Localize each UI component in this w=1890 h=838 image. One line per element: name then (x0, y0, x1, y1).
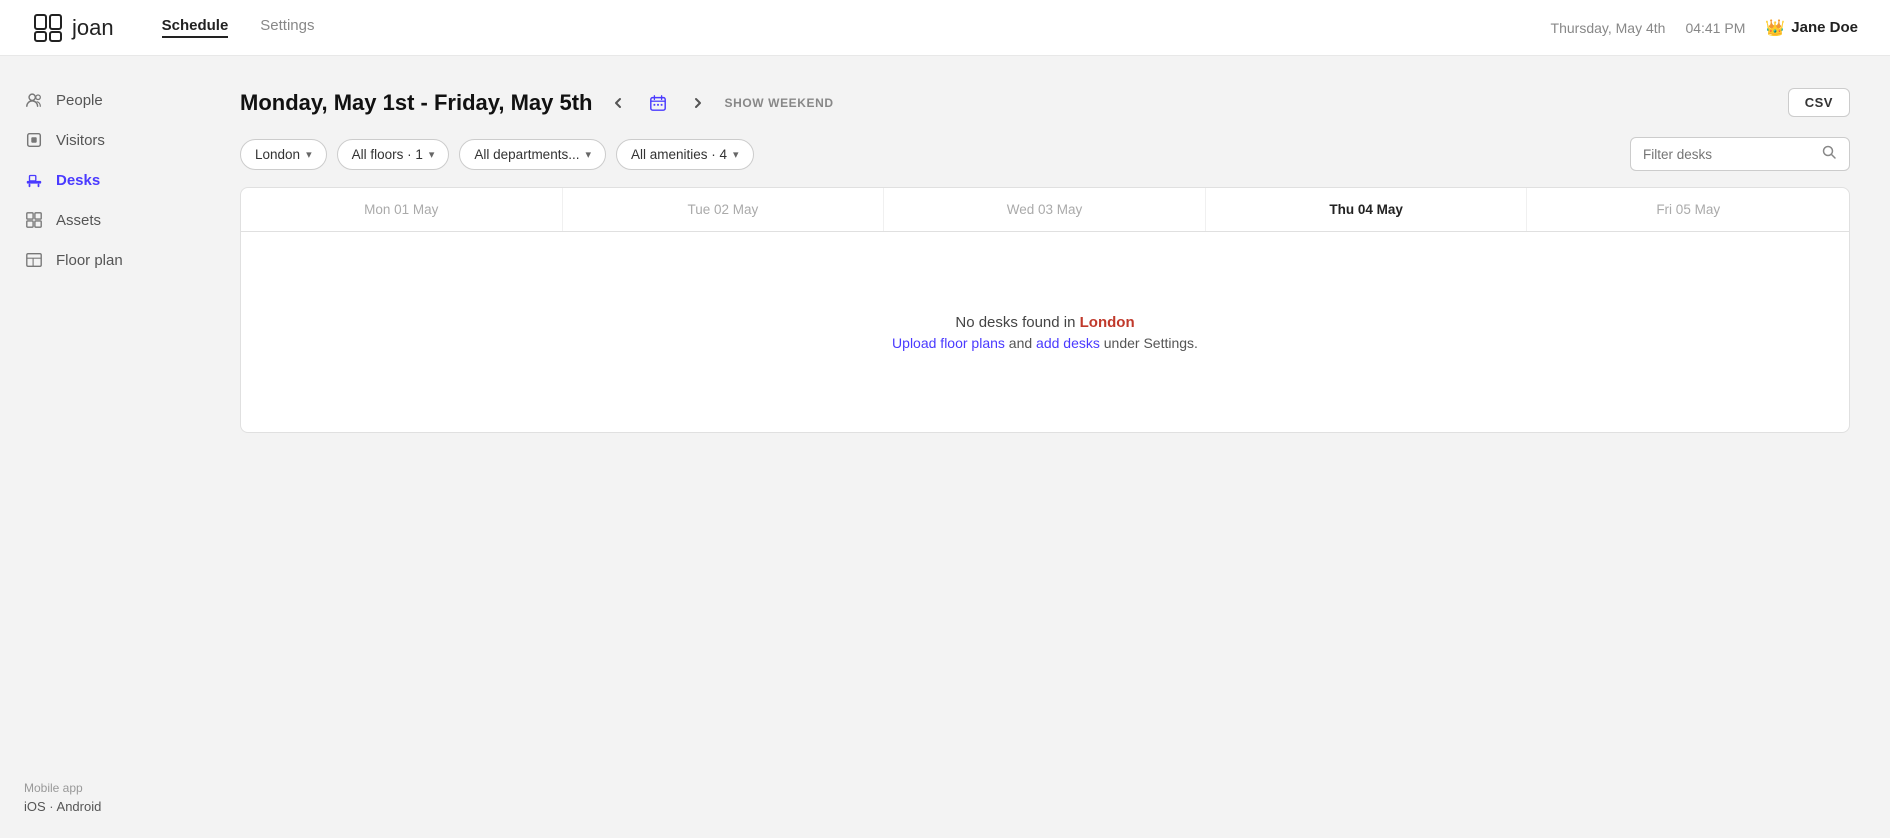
nav-schedule[interactable]: Schedule (162, 17, 229, 38)
floors-chevron-icon: ▾ (429, 148, 435, 161)
schedule-header: Mon 01 May Tue 02 May Wed 03 May Thu 04 … (241, 188, 1849, 232)
col-wed: Wed 03 May (884, 188, 1206, 231)
prev-week-button[interactable] (604, 89, 632, 117)
visitors-icon (24, 130, 44, 150)
departments-filter-label: All departments... (474, 147, 579, 162)
android-link[interactable]: Android (57, 799, 102, 814)
mobile-app-label: Mobile app (24, 781, 176, 795)
sidebar-item-people[interactable]: People (0, 80, 200, 120)
topnav-user: 👑 Jane Doe (1765, 18, 1858, 38)
add-desks-link[interactable]: add desks (1036, 335, 1100, 351)
search-icon[interactable] (1821, 144, 1837, 164)
sidebar-item-visitors[interactable]: Visitors (0, 120, 200, 160)
floors-filter[interactable]: All floors · 1 ▾ (337, 139, 450, 170)
calendar-button[interactable] (644, 89, 672, 117)
assets-icon (24, 210, 44, 230)
amenities-filter[interactable]: All amenities · 4 ▾ (616, 139, 754, 170)
logo-text: joan (72, 15, 114, 41)
amenities-chevron-icon: ▾ (733, 148, 739, 161)
sidebar-label-floor-plan: Floor plan (56, 252, 123, 269)
col-thu: Thu 04 May (1206, 188, 1528, 231)
logo-icon (32, 12, 64, 44)
no-desks-links: Upload floor plans and add desks under S… (892, 335, 1198, 351)
user-name: Jane Doe (1791, 19, 1858, 36)
topnav-right: Thursday, May 4th 04:41 PM 👑 Jane Doe (1551, 18, 1858, 38)
sidebar-label-people: People (56, 92, 103, 109)
sidebar-label-visitors: Visitors (56, 132, 105, 149)
topnav-time: 04:41 PM (1685, 20, 1745, 36)
desk-search-input[interactable] (1643, 147, 1821, 162)
next-week-button[interactable] (684, 89, 712, 117)
nav-settings[interactable]: Settings (260, 17, 314, 38)
sidebar: People Visitors Desks Assets Floor plan (0, 56, 200, 838)
desks-icon (24, 170, 44, 190)
layout: People Visitors Desks Assets Floor plan (0, 56, 1890, 838)
main-content: Monday, May 1st - Friday, May 5th SHOW W… (200, 56, 1890, 838)
sidebar-item-desks[interactable]: Desks (0, 160, 200, 200)
sidebar-mobile: Mobile app iOS · Android (0, 765, 200, 814)
logo[interactable]: joan (32, 12, 114, 44)
sidebar-item-floor-plan[interactable]: Floor plan (0, 240, 200, 280)
schedule-body: No desks found in London Upload floor pl… (241, 232, 1849, 432)
topnav: joan Schedule Settings Thursday, May 4th… (0, 0, 1890, 56)
no-desks-message: No desks found in London (955, 314, 1134, 331)
sidebar-label-desks: Desks (56, 172, 100, 189)
schedule-table: Mon 01 May Tue 02 May Wed 03 May Thu 04 … (240, 187, 1850, 433)
topnav-nav: Schedule Settings (162, 17, 1551, 38)
sidebar-label-assets: Assets (56, 212, 101, 229)
show-weekend-button[interactable]: SHOW WEEKEND (724, 96, 833, 110)
col-mon: Mon 01 May (241, 188, 563, 231)
date-range-title: Monday, May 1st - Friday, May 5th (240, 90, 592, 116)
desk-search (1630, 137, 1850, 171)
floors-filter-label: All floors · 1 (352, 147, 423, 162)
location-chevron-icon: ▾ (306, 148, 312, 161)
sidebar-item-assets[interactable]: Assets (0, 200, 200, 240)
topnav-date: Thursday, May 4th (1551, 20, 1666, 36)
filter-row: London ▾ All floors · 1 ▾ All department… (240, 137, 1850, 171)
upload-floor-plans-link[interactable]: Upload floor plans (892, 335, 1005, 351)
amenities-filter-label: All amenities · 4 (631, 147, 727, 162)
floor-plan-icon (24, 250, 44, 270)
col-tue: Tue 02 May (563, 188, 885, 231)
location-filter-label: London (255, 147, 300, 162)
csv-button[interactable]: CSV (1788, 88, 1850, 117)
departments-chevron-icon: ▾ (585, 148, 591, 161)
ios-link[interactable]: iOS (24, 799, 46, 814)
departments-filter[interactable]: All departments... ▾ (459, 139, 606, 170)
col-fri: Fri 05 May (1527, 188, 1849, 231)
mobile-links: iOS · Android (24, 799, 176, 814)
crown-icon: 👑 (1765, 18, 1785, 38)
people-icon (24, 90, 44, 110)
location-filter[interactable]: London ▾ (240, 139, 327, 170)
date-header: Monday, May 1st - Friday, May 5th SHOW W… (240, 88, 1850, 117)
